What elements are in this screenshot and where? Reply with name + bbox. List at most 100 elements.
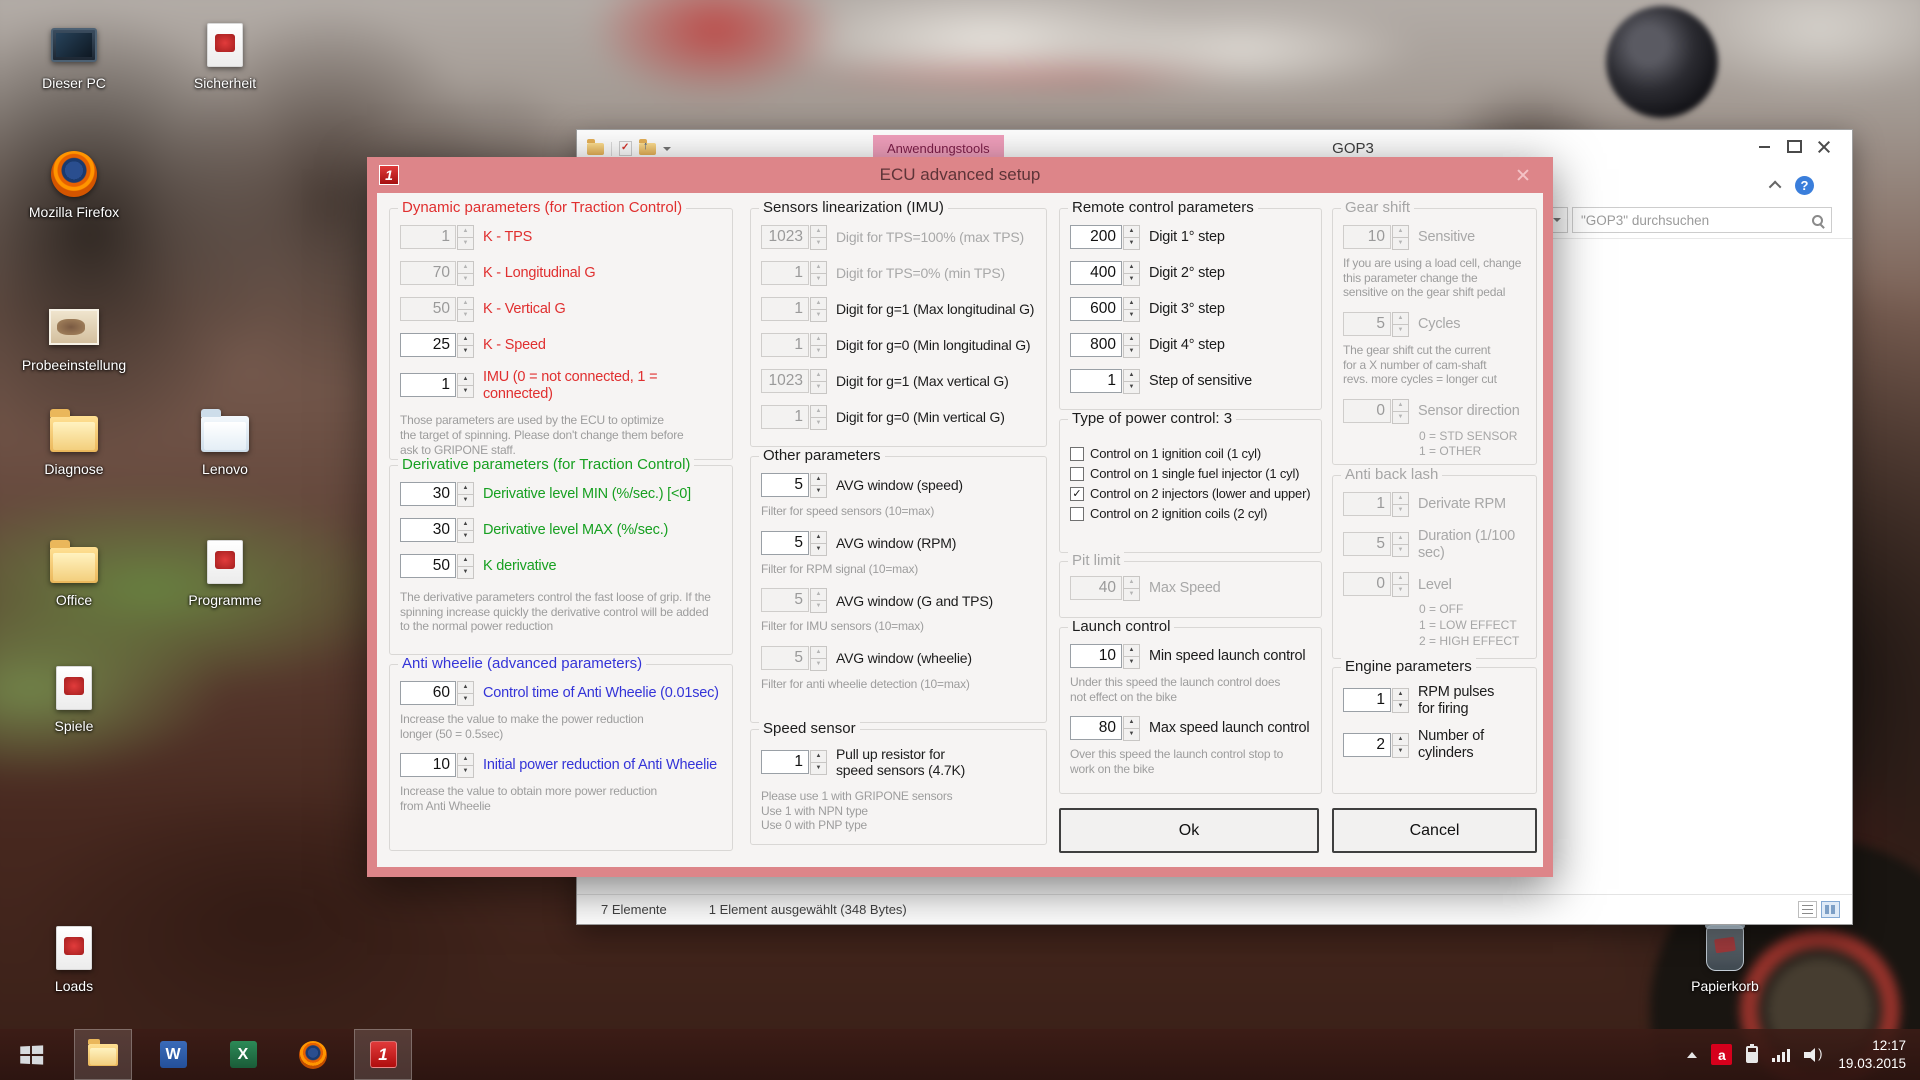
spin-up-icon[interactable]: ▲ (457, 373, 474, 385)
spin-up-icon[interactable]: ▲ (457, 681, 474, 693)
spin-up-icon[interactable]: ▲ (457, 753, 474, 765)
new-folder-icon[interactable] (639, 143, 656, 155)
network-signal-icon[interactable] (1772, 1048, 1790, 1062)
dialog-titlebar[interactable]: 1 ECU advanced setup (367, 157, 1553, 193)
tray-expand-icon[interactable] (1687, 1052, 1697, 1058)
spin-down-icon[interactable]: ▼ (457, 566, 474, 579)
numeric-stepper[interactable]: 25▲▼ (400, 333, 474, 358)
spin-down-icon[interactable]: ▼ (810, 543, 827, 556)
close-button[interactable] (1809, 136, 1839, 157)
numeric-stepper[interactable]: 1▲▼ (1070, 369, 1140, 394)
spin-down-icon[interactable]: ▼ (1123, 237, 1140, 250)
numeric-stepper[interactable]: 2▲▼ (1343, 733, 1409, 758)
desktop-icon-spiele[interactable]: Spiele (13, 661, 135, 734)
spin-down-icon[interactable]: ▼ (1123, 656, 1140, 669)
desktop-icon-papierkorb[interactable]: Papierkorb (1664, 921, 1786, 994)
numeric-input[interactable]: 1 (1070, 369, 1122, 393)
search-input[interactable]: "GOP3" durchsuchen (1572, 207, 1832, 233)
spin-up-icon[interactable]: ▲ (1123, 297, 1140, 309)
numeric-stepper[interactable]: 30▲▼ (400, 518, 474, 543)
spin-up-icon[interactable]: ▲ (457, 333, 474, 345)
checkbox[interactable] (1070, 467, 1084, 481)
spin-down-icon[interactable]: ▼ (457, 385, 474, 398)
numeric-stepper[interactable]: 800▲▼ (1070, 333, 1140, 358)
numeric-stepper[interactable]: 1▲▼ (761, 750, 827, 775)
numeric-input[interactable]: 800 (1070, 333, 1122, 357)
spin-up-icon[interactable]: ▲ (1123, 333, 1140, 345)
desktop-icon-probeeinstellung[interactable]: Probeeinstellung (13, 300, 135, 373)
cancel-button[interactable]: Cancel (1332, 808, 1537, 853)
numeric-stepper[interactable]: 1▲▼ (400, 373, 474, 398)
collapse-ribbon-icon[interactable] (1769, 181, 1782, 194)
spin-down-icon[interactable]: ▼ (457, 345, 474, 358)
spin-up-icon[interactable]: ▲ (1392, 688, 1409, 700)
numeric-input[interactable]: 400 (1070, 261, 1122, 285)
spin-up-icon[interactable]: ▲ (810, 531, 827, 543)
taskbar-explorer-button[interactable] (74, 1029, 132, 1080)
numeric-stepper[interactable]: 5▲▼ (761, 473, 827, 498)
spin-up-icon[interactable]: ▲ (1123, 716, 1140, 728)
spin-up-icon[interactable]: ▲ (1392, 733, 1409, 745)
desktop-icon-diagnose[interactable]: Diagnose (13, 404, 135, 477)
numeric-input[interactable]: 50 (400, 554, 456, 578)
numeric-input[interactable]: 30 (400, 482, 456, 506)
battery-icon[interactable] (1746, 1046, 1758, 1063)
details-view-icon[interactable] (1798, 901, 1817, 918)
desktop-icon-dieser-pc[interactable]: Dieser PC (13, 18, 135, 91)
numeric-stepper[interactable]: 30▲▼ (400, 482, 474, 507)
spin-down-icon[interactable]: ▼ (810, 485, 827, 498)
maximize-button[interactable] (1779, 136, 1809, 157)
numeric-input[interactable]: 10 (1070, 644, 1122, 668)
numeric-stepper[interactable]: 50▲▼ (400, 554, 474, 579)
qat-dropdown-icon[interactable] (663, 147, 671, 151)
spin-up-icon[interactable]: ▲ (810, 750, 827, 762)
spin-up-icon[interactable]: ▲ (457, 482, 474, 494)
spin-down-icon[interactable]: ▼ (457, 765, 474, 778)
numeric-input[interactable]: 25 (400, 333, 456, 357)
desktop-icon-loads[interactable]: Loads (13, 921, 135, 994)
ok-button[interactable]: Ok (1059, 808, 1319, 853)
taskbar-gripone-button[interactable] (354, 1029, 412, 1080)
spin-down-icon[interactable]: ▼ (1392, 745, 1409, 758)
checkbox-checked[interactable]: ✓ (1070, 487, 1084, 501)
desktop-icon-mozilla-firefox[interactable]: Mozilla Firefox (13, 147, 135, 220)
numeric-stepper[interactable]: 60▲▼ (400, 681, 474, 706)
numeric-input[interactable]: 200 (1070, 225, 1122, 249)
numeric-input[interactable]: 60 (400, 681, 456, 705)
help-icon[interactable]: ? (1795, 176, 1814, 195)
desktop-icon-lenovo[interactable]: Lenovo (164, 404, 286, 477)
numeric-input[interactable]: 600 (1070, 297, 1122, 321)
start-button[interactable] (0, 1029, 62, 1080)
thumbnail-view-icon[interactable] (1821, 901, 1840, 918)
spin-down-icon[interactable]: ▼ (457, 530, 474, 543)
folder-icon[interactable] (587, 143, 604, 155)
avira-icon[interactable] (1711, 1044, 1732, 1065)
spin-down-icon[interactable]: ▼ (1123, 381, 1140, 394)
numeric-stepper[interactable]: 10▲▼ (1070, 644, 1140, 669)
spin-up-icon[interactable]: ▲ (1123, 369, 1140, 381)
spin-up-icon[interactable]: ▲ (1123, 261, 1140, 273)
spin-down-icon[interactable]: ▼ (1123, 728, 1140, 741)
desktop-icon-office[interactable]: Office (13, 535, 135, 608)
numeric-input[interactable]: 1 (400, 373, 456, 397)
numeric-input[interactable]: 80 (1070, 716, 1122, 740)
numeric-stepper[interactable]: 1▲▼ (1343, 688, 1409, 713)
spin-up-icon[interactable]: ▲ (810, 473, 827, 485)
spin-up-icon[interactable]: ▲ (1123, 644, 1140, 656)
numeric-stepper[interactable]: 400▲▼ (1070, 261, 1140, 286)
numeric-input[interactable]: 30 (400, 518, 456, 542)
properties-icon[interactable] (619, 141, 632, 156)
numeric-stepper[interactable]: 600▲▼ (1070, 297, 1140, 322)
minimize-button[interactable] (1749, 136, 1779, 157)
volume-icon[interactable]: ) (1804, 1047, 1824, 1063)
numeric-stepper[interactable]: 10▲▼ (400, 753, 474, 778)
spin-down-icon[interactable]: ▼ (457, 693, 474, 706)
spin-down-icon[interactable]: ▼ (1123, 273, 1140, 286)
spin-down-icon[interactable]: ▼ (1123, 345, 1140, 358)
taskbar-clock[interactable]: 12:17 19.03.2015 (1838, 1037, 1910, 1072)
spin-down-icon[interactable]: ▼ (810, 762, 827, 775)
dialog-close-icon[interactable] (1511, 165, 1535, 185)
numeric-input[interactable]: 5 (761, 473, 809, 497)
desktop-icon-programme[interactable]: Programme (164, 535, 286, 608)
taskbar-word-button[interactable] (144, 1029, 202, 1080)
